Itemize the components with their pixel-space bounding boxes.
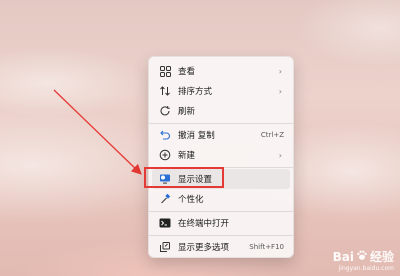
more-options-icon xyxy=(158,240,172,254)
terminal-icon xyxy=(158,216,172,230)
menu-item-undo-copy[interactable]: 撤消 复制 Ctrl+Z xyxy=(152,125,290,145)
menu-item-show-more-options[interactable]: 显示更多选项 Shift+F10 xyxy=(152,237,290,257)
personalize-icon xyxy=(158,192,172,206)
menu-item-label: 在终端中打开 xyxy=(178,219,230,229)
menu-item-view[interactable]: 查看 › xyxy=(152,61,290,81)
menu-item-personalize[interactable]: 个性化 xyxy=(152,189,290,209)
chevron-right-icon: › xyxy=(278,150,282,160)
grid-icon xyxy=(158,64,172,78)
menu-item-label: 个性化 xyxy=(178,195,204,205)
shortcut-text: Ctrl+Z xyxy=(260,131,284,139)
menu-separator xyxy=(149,123,293,124)
watermark-brand: Bai 经验 xyxy=(333,248,394,265)
menu-item-label: 刷新 xyxy=(178,107,196,117)
watermark-brand-left: Bai xyxy=(332,249,354,264)
menu-item-label: 查看 xyxy=(178,67,196,77)
shortcut-text: Shift+F10 xyxy=(249,243,284,251)
watermark-brand-right: 经验 xyxy=(369,250,394,264)
chevron-right-icon: › xyxy=(278,86,282,96)
new-icon xyxy=(158,148,172,162)
menu-separator xyxy=(149,235,293,236)
menu-item-label: 撤消 复制 xyxy=(178,131,215,141)
sort-icon xyxy=(158,84,172,98)
menu-item-new[interactable]: 新建 › xyxy=(152,145,290,165)
context-menu: 查看 › 排序方式 › 刷新 撤消 复制 Ctrl+Z 新建 › 显示设置 个性… xyxy=(148,56,294,258)
watermark: Bai 经验 jingyan.baidu.com xyxy=(333,248,394,273)
menu-item-refresh[interactable]: 刷新 xyxy=(152,101,290,121)
annotation-highlight-box xyxy=(144,167,224,188)
undo-icon xyxy=(158,128,172,142)
menu-item-label: 显示更多选项 xyxy=(178,243,230,253)
menu-item-open-in-terminal[interactable]: 在终端中打开 xyxy=(152,213,290,233)
paw-icon xyxy=(356,249,368,264)
refresh-icon xyxy=(158,104,172,118)
chevron-right-icon: › xyxy=(278,66,282,76)
menu-item-sort-by[interactable]: 排序方式 › xyxy=(152,81,290,101)
menu-item-label: 新建 xyxy=(178,151,196,161)
watermark-url: jingyan.baidu.com xyxy=(338,265,394,272)
menu-separator xyxy=(149,211,293,212)
menu-item-label: 排序方式 xyxy=(178,87,213,97)
